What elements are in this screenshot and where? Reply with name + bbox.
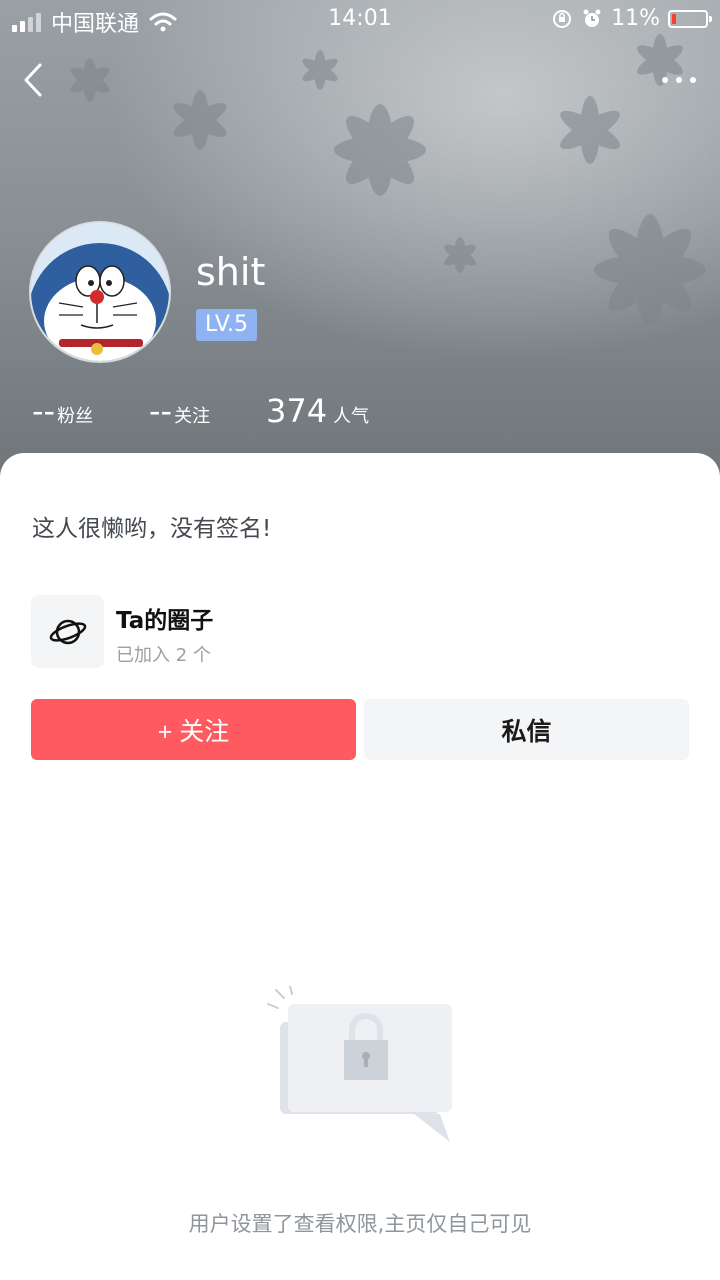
circle-entry[interactable]: Ta的圈子 已加入 2 个 [31,595,691,669]
stat-following-label: 关注 [174,406,211,427]
signature-text: 这人很懒哟，没有签名! [32,516,272,542]
stat-popularity-label: 人气 [333,406,370,427]
stat-popularity: 374 人气 [266,392,369,430]
status-bar: 中国联通 14:01 11% [0,0,720,40]
stat-fans-label: 粉丝 [57,406,94,427]
circle-title: Ta的圈子 [116,608,214,634]
lock-icon [267,986,452,1142]
level-badge: LV.5 [196,309,258,341]
status-right: 11% [551,6,712,31]
planet-icon [31,595,104,668]
stat-following[interactable]: -- 关注 [149,392,210,430]
message-button[interactable]: 私信 [364,699,689,760]
battery-fill [672,13,676,24]
stat-popularity-value: 374 [266,392,328,430]
circle-subtitle: 已加入 2 个 [116,645,211,666]
more-dots-icon[interactable] [662,70,696,90]
alarm-icon [583,9,601,27]
avatar[interactable] [31,223,169,361]
username: shit [196,250,266,294]
stat-fans-value: -- [32,392,56,430]
battery-percent: 11% [611,6,660,31]
private-notice: 用户设置了查看权限,主页仅自己可见 [188,1212,532,1236]
doraemon-avatar-image [31,223,169,361]
follow-button[interactable]: + 关注 [31,699,356,760]
battery-icon [668,9,712,28]
stat-fans[interactable]: -- 粉丝 [32,392,93,430]
rotation-lock-icon [553,9,572,28]
profile-header: 中国联通 14:01 11% shit LV.5 -- 粉丝 -- 关注 374… [0,0,720,480]
back-chevron-icon[interactable] [20,60,50,100]
profile-card: 这人很懒哟，没有签名! Ta的圈子 已加入 2 个 + 关注 私信 用户设置了查… [0,453,720,1280]
stat-following-value: -- [149,392,173,430]
